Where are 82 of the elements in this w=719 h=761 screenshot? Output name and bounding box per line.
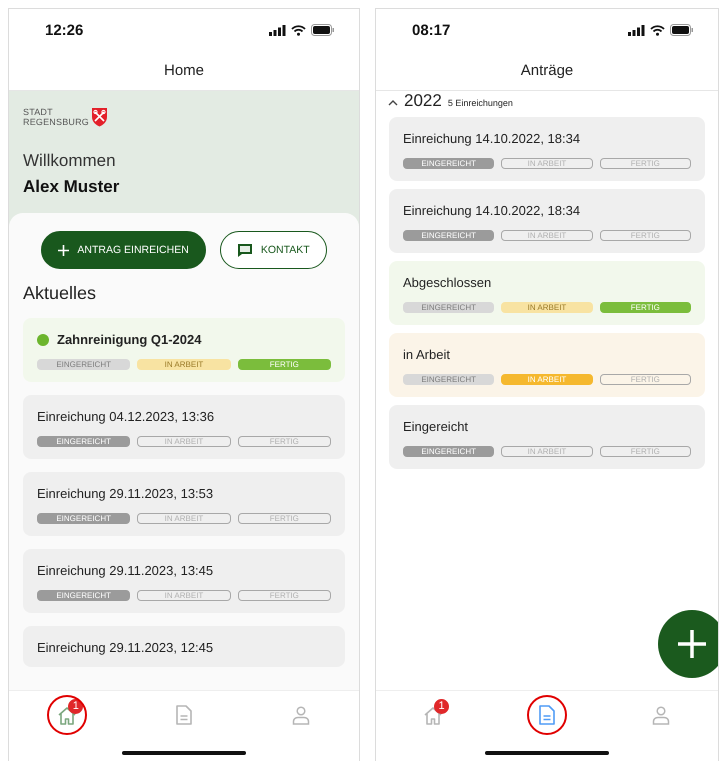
status-step: IN ARBEIT (137, 513, 231, 524)
card-title: Einreichung 29.11.2023, 13:45 (37, 563, 214, 578)
status-step: FERTIG (600, 158, 691, 169)
status-step: EINGEREICHT (403, 374, 494, 385)
status-step: FERTIG (600, 230, 691, 241)
status-step: FERTIG (238, 590, 331, 601)
status-step: FERTIG (238, 513, 331, 524)
status-step: IN ARBEIT (137, 359, 231, 370)
battery-icon (311, 24, 335, 36)
logo-text: STADT (23, 107, 54, 117)
notification-badge: 1 (434, 699, 449, 714)
status-step: IN ARBEIT (501, 158, 593, 169)
screen-title: Home (164, 62, 204, 79)
status-step: FERTIG (238, 359, 331, 370)
contact-button[interactable]: KONTAKT (220, 231, 327, 269)
card-title: Eingereicht (403, 419, 468, 434)
greeting: Willkommen (23, 151, 117, 171)
submission-card[interactable]: Zahnreinigung Q1-2024 EINGEREICHT IN ARBEIT FERTIG (23, 318, 345, 382)
tab-bar-item[interactable]: 1 (417, 699, 449, 731)
chat-icon (236, 242, 253, 258)
status-step: EINGEREICHT (37, 359, 130, 370)
card-title: Einreichung 29.11.2023, 12:45 (37, 640, 214, 655)
profile-icon (292, 706, 310, 724)
status-step: FERTIG (600, 374, 691, 385)
submit-request-button[interactable]: ANTRAG EINREICHEN (41, 231, 206, 269)
document-icon (176, 705, 192, 725)
profile-icon (652, 706, 670, 724)
status-time: 08:17 (412, 22, 450, 38)
add-button[interactable] (658, 610, 718, 678)
status-step: IN ARBEIT (501, 446, 593, 457)
logo-text: REGENSBURG (23, 117, 90, 127)
section-title: Aktuelles (23, 283, 98, 304)
submission-card[interactable]: Einreichung 29.11.2023, 13:53 EINGEREICHT IN ARBEIT FERTIG (23, 472, 345, 536)
status-step: EINGEREICHT (37, 436, 130, 447)
coat-of-arms-icon (91, 107, 108, 127)
tab-bar-item[interactable]: 1 (51, 699, 84, 731)
card-title: Einreichung 29.11.2023, 13:53 (37, 486, 214, 501)
signal-icon (269, 24, 286, 36)
year-heading: 2022 (404, 91, 442, 111)
submission-count: 5 Einreichungen (448, 98, 513, 108)
chevron-up-icon[interactable] (388, 99, 398, 106)
submission-card[interactable]: Einreichung 14.10.2022, 18:34 EINGEREICHT IN ARBEIT FERTIG (389, 189, 705, 253)
plus-icon (678, 630, 706, 658)
annotation-circle (47, 695, 88, 735)
card-title: Einreichung 04.12.2023, 13:36 (37, 409, 214, 424)
signal-icon (628, 24, 645, 36)
wifi-icon (650, 24, 665, 36)
status-step: IN ARBEIT (501, 302, 593, 313)
submission-card[interactable]: Einreichung 29.11.2023, 13:45 EINGEREICHT IN ARBEIT FERTIG (23, 549, 345, 613)
submission-card[interactable]: Eingereicht EINGEREICHT IN ARBEIT FERTIG (389, 405, 705, 469)
wifi-icon (291, 24, 306, 36)
card-title: Einreichung 14.10.2022, 18:34 (403, 131, 580, 146)
status-step: EINGEREICHT (37, 513, 130, 524)
screen-title: Anträge (520, 62, 574, 79)
battery-icon (670, 24, 694, 36)
user-name: Alex Muster (23, 177, 120, 197)
status-step: FERTIG (600, 302, 691, 313)
status-step: IN ARBEIT (137, 436, 231, 447)
status-step: FERTIG (600, 446, 691, 457)
status-step: EINGEREICHT (403, 230, 494, 241)
submission-card[interactable]: Abgeschlossen EINGEREICHT IN ARBEIT FERTIG (389, 261, 705, 325)
submission-card[interactable]: Einreichung 29.11.2023, 12:45 (23, 626, 345, 667)
status-step: IN ARBEIT (501, 230, 593, 241)
card-title: Zahnreinigung Q1-2024 (57, 332, 202, 347)
status-step: IN ARBEIT (137, 590, 231, 601)
status-step: EINGEREICHT (37, 590, 130, 601)
status-step: FERTIG (238, 436, 331, 447)
submission-card[interactable]: Einreichung 14.10.2022, 18:34 EINGEREICHT IN ARBEIT FERTIG (389, 117, 705, 181)
document-icon (539, 705, 555, 725)
annotation-circle (527, 695, 567, 735)
card-title: Einreichung 14.10.2022, 18:34 (403, 203, 580, 218)
notification-badge: 1 (68, 699, 84, 714)
status-time: 12:26 (45, 22, 84, 38)
plus-icon (58, 244, 70, 256)
status-step: IN ARBEIT (501, 374, 593, 385)
submission-card[interactable]: Einreichung 04.12.2023, 13:36 EINGEREICHT IN ARBEIT FERTIG (23, 395, 345, 459)
status-step: EINGEREICHT (403, 302, 494, 313)
status-step: EINGEREICHT (403, 158, 494, 169)
card-title: in Arbeit (403, 347, 450, 362)
submission-card[interactable]: in Arbeit EINGEREICHT IN ARBEIT FERTIG (389, 333, 705, 397)
card-title: Abgeschlossen (403, 275, 492, 290)
status-step: EINGEREICHT (403, 446, 494, 457)
